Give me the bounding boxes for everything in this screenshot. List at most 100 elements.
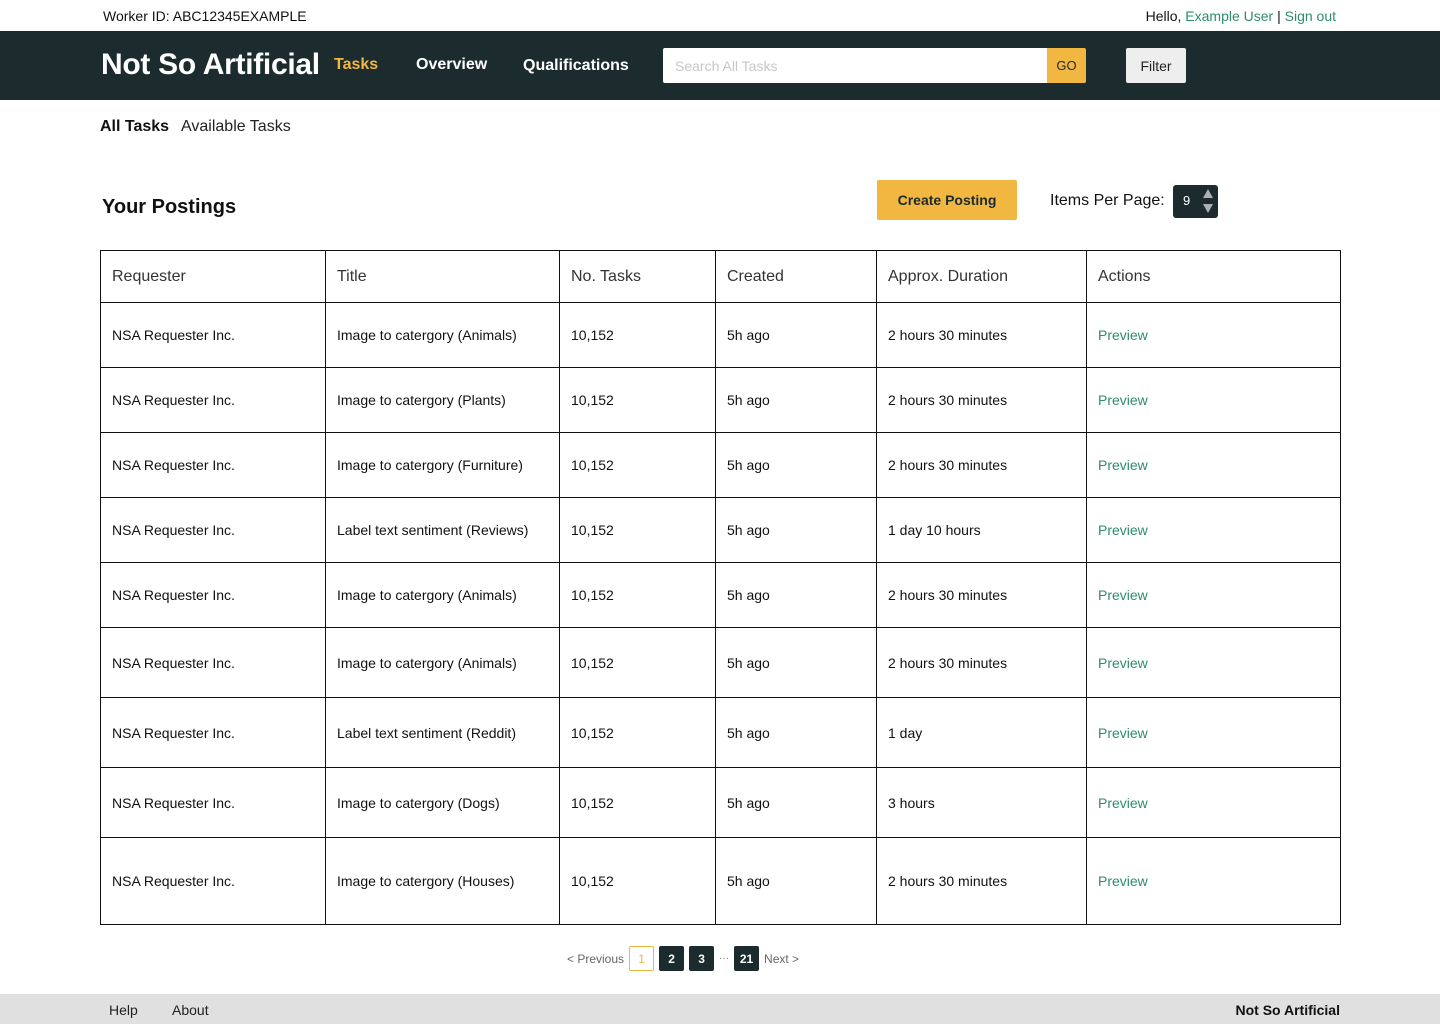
title-cell: Image to catergory (Animals) — [325, 627, 560, 698]
footer-brand: Not So Artificial — [1235, 1002, 1341, 1018]
greeting: Hello, — [1145, 8, 1186, 24]
sign-out-link[interactable]: Sign out — [1285, 8, 1336, 24]
nav-tasks[interactable]: Tasks — [334, 56, 378, 74]
table-row: NSA Requester Inc. Image to catergory (P… — [100, 367, 1341, 433]
preview-link[interactable]: Preview — [1098, 587, 1148, 603]
tasks-cell: 10,152 — [559, 627, 716, 698]
table-row: NSA Requester Inc. Image to catergory (F… — [100, 432, 1341, 498]
requester-cell: NSA Requester Inc. — [100, 767, 326, 838]
title-cell: Label text sentiment (Reddit) — [325, 697, 560, 768]
page-last-button[interactable]: 21 — [734, 946, 760, 971]
preview-link[interactable]: Preview — [1098, 795, 1148, 811]
items-per-page-stepper[interactable]: 9 — [1173, 185, 1218, 218]
created-cell: 5h ago — [715, 562, 877, 628]
user-separator: | — [1273, 8, 1285, 24]
tasks-cell: 10,152 — [559, 697, 716, 768]
page-3-button[interactable]: 3 — [689, 946, 715, 971]
requester-cell: NSA Requester Inc. — [100, 432, 326, 498]
table-row: NSA Requester Inc. Image to catergory (A… — [100, 562, 1341, 628]
preview-link[interactable]: Preview — [1098, 392, 1148, 408]
actions-cell: Preview — [1086, 697, 1341, 768]
tasks-cell: 10,152 — [559, 767, 716, 838]
duration-cell: 1 day 10 hours — [876, 497, 1087, 563]
created-cell: 5h ago — [715, 697, 877, 768]
preview-link[interactable]: Preview — [1098, 725, 1148, 741]
actions-cell: Preview — [1086, 497, 1341, 563]
preview-link[interactable]: Preview — [1098, 522, 1148, 538]
tasks-cell: 10,152 — [559, 837, 716, 925]
footer-help-link[interactable]: Help — [109, 1002, 138, 1018]
user-name-link[interactable]: Example User — [1185, 8, 1273, 24]
stepper-down-icon[interactable] — [1203, 204, 1213, 213]
search-input[interactable] — [663, 48, 1047, 83]
requester-cell: NSA Requester Inc. — [100, 367, 326, 433]
title-cell: Label text sentiment (Reviews) — [325, 497, 560, 563]
duration-cell: 2 hours 30 minutes — [876, 367, 1087, 433]
nav-qualifications[interactable]: Qualifications — [523, 57, 629, 75]
title-cell: Image to catergory (Dogs) — [325, 767, 560, 838]
table-row: NSA Requester Inc. Label text sentiment … — [100, 697, 1341, 768]
column-header: Requester — [100, 250, 326, 303]
requester-cell: NSA Requester Inc. — [100, 697, 326, 768]
table-row: NSA Requester Inc. Image to catergory (D… — [100, 767, 1341, 838]
page-2-button[interactable]: 2 — [659, 946, 685, 971]
actions-cell: Preview — [1086, 367, 1341, 433]
tasks-cell: 10,152 — [559, 432, 716, 498]
column-header: Approx. Duration — [876, 250, 1087, 303]
preview-link[interactable]: Preview — [1098, 655, 1148, 671]
created-cell: 5h ago — [715, 367, 877, 433]
duration-cell: 1 day — [876, 697, 1087, 768]
duration-cell: 3 hours — [876, 767, 1087, 838]
created-cell: 5h ago — [715, 837, 877, 925]
footer-about-link[interactable]: About — [172, 1002, 209, 1018]
preview-link[interactable]: Preview — [1098, 873, 1148, 889]
requester-cell: NSA Requester Inc. — [100, 497, 326, 563]
nav-overview[interactable]: Overview — [416, 56, 487, 74]
postings-table: Requester Title No. Tasks Created Approx… — [100, 250, 1341, 925]
previous-page-link[interactable]: < Previous — [567, 952, 624, 966]
logo[interactable]: Not So Artificial — [101, 48, 320, 82]
page-1-button[interactable]: 1 — [629, 946, 655, 971]
duration-cell: 2 hours 30 minutes — [876, 627, 1087, 698]
table-row: NSA Requester Inc. Image to catergory (A… — [100, 627, 1341, 698]
tab-all-tasks[interactable]: All Tasks — [100, 118, 169, 136]
actions-cell: Preview — [1086, 562, 1341, 628]
created-cell: 5h ago — [715, 432, 877, 498]
preview-link[interactable]: Preview — [1098, 457, 1148, 473]
tasks-cell: 10,152 — [559, 302, 716, 368]
tab-available-tasks[interactable]: Available Tasks — [181, 118, 291, 136]
actions-cell: Preview — [1086, 627, 1341, 698]
create-posting-button[interactable]: Create Posting — [877, 180, 1017, 220]
go-button[interactable]: GO — [1047, 48, 1086, 83]
title-cell: Image to catergory (Furniture) — [325, 432, 560, 498]
title-cell: Image to catergory (Animals) — [325, 302, 560, 368]
table-row: NSA Requester Inc. Image to catergory (A… — [100, 302, 1341, 368]
actions-cell: Preview — [1086, 767, 1341, 838]
requester-cell: NSA Requester Inc. — [100, 627, 326, 698]
column-header: Actions — [1086, 250, 1341, 303]
actions-cell: Preview — [1086, 837, 1341, 925]
title-cell: Image to catergory (Houses) — [325, 837, 560, 925]
main-header: Not So Artificial Tasks Overview Qualifi… — [0, 31, 1440, 100]
top-bar: Worker ID: ABC12345EXAMPLE Hello, Exampl… — [0, 0, 1440, 31]
created-cell: 5h ago — [715, 627, 877, 698]
tasks-cell: 10,152 — [559, 367, 716, 433]
tasks-cell: 10,152 — [559, 497, 716, 563]
stepper-up-icon[interactable] — [1203, 189, 1213, 198]
postings-table-wrap: Requester Title No. Tasks Created Approx… — [100, 250, 1341, 925]
duration-cell: 2 hours 30 minutes — [876, 562, 1087, 628]
actions-cell: Preview — [1086, 432, 1341, 498]
items-per-page-label: Items Per Page: — [1050, 192, 1165, 209]
items-per-page-value: 9 — [1183, 193, 1191, 208]
created-cell: 5h ago — [715, 767, 877, 838]
duration-cell: 2 hours 30 minutes — [876, 432, 1087, 498]
table-row: NSA Requester Inc. Label text sentiment … — [100, 497, 1341, 563]
duration-cell: 2 hours 30 minutes — [876, 302, 1087, 368]
requester-cell: NSA Requester Inc. — [100, 302, 326, 368]
preview-link[interactable]: Preview — [1098, 327, 1148, 343]
worker-id: Worker ID: ABC12345EXAMPLE — [103, 8, 307, 24]
filter-button[interactable]: Filter — [1126, 48, 1186, 83]
next-page-link[interactable]: Next > — [764, 952, 799, 966]
tasks-cell: 10,152 — [559, 562, 716, 628]
table-row: NSA Requester Inc. Image to catergory (H… — [100, 837, 1341, 925]
